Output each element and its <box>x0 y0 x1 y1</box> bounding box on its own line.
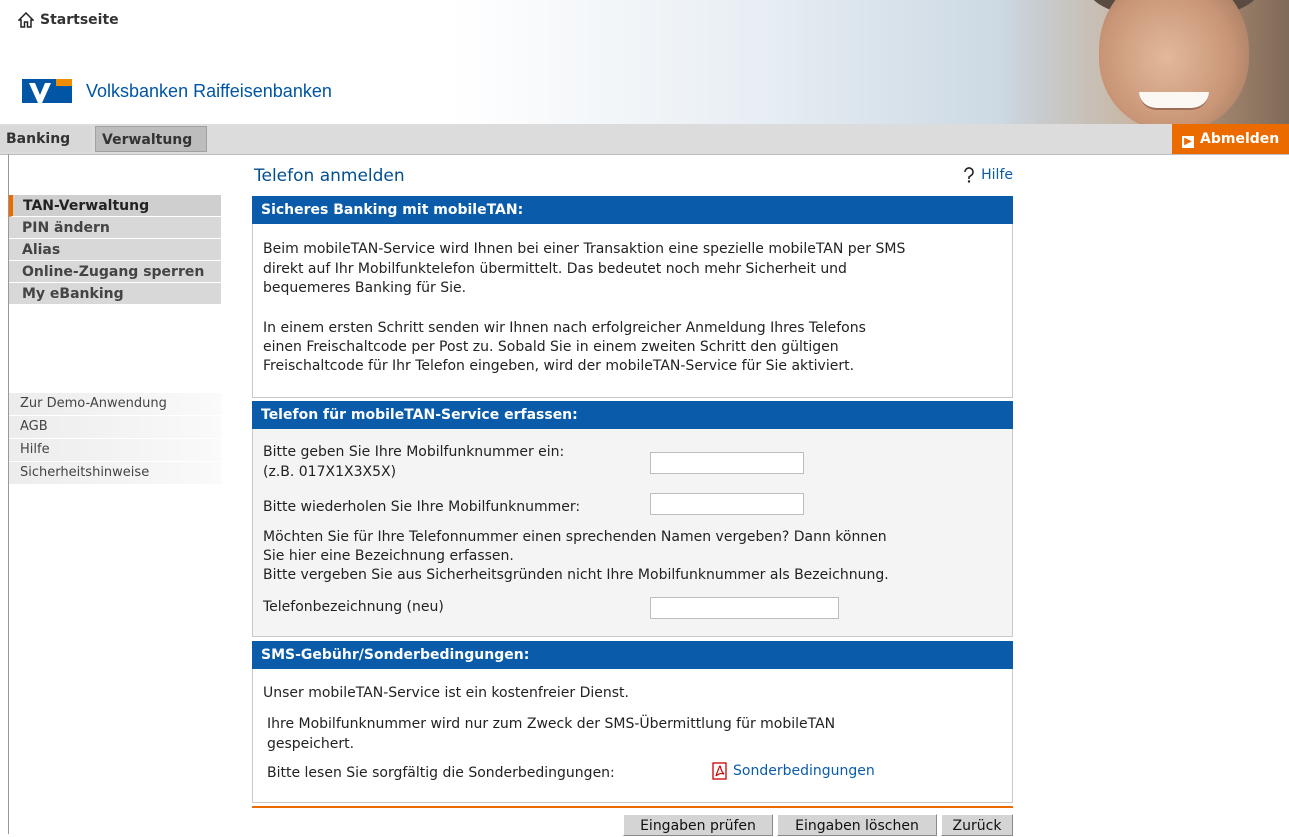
main-nav: Banking Verwaltung <box>0 124 1289 155</box>
section-heading-telefon-erfassen: Telefon für mobileTAN-Service erfassen: <box>252 401 1013 429</box>
vr-logo-icon <box>22 79 72 103</box>
name-hint-line-3: Bitte vergeben Sie aus Sicherheitsgründe… <box>263 567 889 583</box>
sidebar-link-hilfe[interactable]: Hilfe <box>9 439 221 462</box>
section-body-telefon-erfassen: Bitte geben Sie Ihre Mobilfunknummer ein… <box>252 429 1013 637</box>
steps-line-3: Freischaltcode für Ihr Telefon eingeben,… <box>263 358 855 374</box>
pdf-icon <box>712 762 727 780</box>
steps-line-2: einen Freischaltcode per Post zu. Sobald… <box>263 339 839 355</box>
intro-line-2: direkt auf Ihr Mobilfunktelefon übermitt… <box>263 261 847 277</box>
sidebar-item-online-zugang-sperren[interactable]: Online-Zugang sperren <box>9 261 221 283</box>
mobile-number-label: Bitte geben Sie Ihre Mobilfunknummer ein… <box>263 444 565 460</box>
sonderbedingungen-label: Sonderbedingungen <box>733 763 875 779</box>
logout-label: Abmelden <box>1200 131 1280 147</box>
intro-line-1: Beim mobileTAN-Service wird Ihnen bei ei… <box>263 241 906 257</box>
free-service-text: Unser mobileTAN-Service ist ein kostenfr… <box>263 685 629 701</box>
tab-verwaltung[interactable]: Verwaltung <box>95 126 207 152</box>
back-button[interactable]: Zurück <box>941 814 1013 836</box>
sidebar-links: Zur Demo-Anwendung AGB Hilfe Sicherheits… <box>9 393 221 485</box>
page-title: Telefon anmelden <box>254 166 405 186</box>
sidebar-menu: TAN-Verwaltung PIN ändern Alias Online-Z… <box>9 195 221 305</box>
section-body-mobiletan: Beim mobileTAN-Service wird Ihnen bei ei… <box>252 224 1013 398</box>
sidebar-link-agb[interactable]: AGB <box>9 416 221 439</box>
sidebar-item-alias[interactable]: Alias <box>9 239 221 261</box>
sonderbedingungen-link[interactable]: Sonderbedingungen <box>711 762 875 780</box>
mobile-number-input[interactable] <box>650 452 804 474</box>
logout-button[interactable]: ▶ Abmelden <box>1172 124 1289 154</box>
repeat-number-input[interactable] <box>650 493 804 515</box>
sidebar-link-demo[interactable]: Zur Demo-Anwendung <box>9 393 221 416</box>
repeat-number-label: Bitte wiederholen Sie Ihre Mobilfunknumm… <box>263 499 581 515</box>
home-label: Startseite <box>40 12 119 28</box>
home-link[interactable]: Startseite <box>18 12 119 28</box>
intro-line-3: bequemeres Banking für Sie. <box>263 280 467 296</box>
bottom-divider <box>252 806 1013 808</box>
section-body-sms-gebuehr: Unser mobileTAN-Service ist ein kostenfr… <box>252 669 1013 803</box>
brand: Volksbanken Raiffeisenbanken <box>22 79 332 103</box>
header-banner: Startseite Volksbanken Raiffeisenbanken <box>0 0 1289 124</box>
help-link[interactable]: Hilfe <box>962 167 1013 183</box>
clear-input-button[interactable]: Eingaben löschen <box>777 814 937 836</box>
arrow-right-icon: ▶ <box>1182 136 1194 148</box>
name-hint-line-1: Möchten Sie für Ihre Telefonnummer einen… <box>263 529 887 545</box>
section-heading-sms-gebuehr: SMS-Gebühr/Sonderbedingungen: <box>252 641 1013 669</box>
storage-line-2: gespeichert. <box>267 736 355 752</box>
home-icon <box>18 12 34 28</box>
name-hint-line-2: Sie hier eine Bezeichnung erfassen. <box>263 548 514 564</box>
phone-name-label: Telefonbezeichnung (neu) <box>263 599 444 615</box>
sidebar-item-tan-verwaltung[interactable]: TAN-Verwaltung <box>9 195 221 217</box>
help-icon <box>964 167 974 183</box>
help-label: Hilfe <box>981 167 1013 183</box>
storage-line-1: Ihre Mobilfunknummer wird nur zum Zweck … <box>267 716 836 732</box>
check-input-button[interactable]: Eingaben prüfen <box>623 814 773 836</box>
section-heading-mobiletan: Sicheres Banking mit mobileTAN: <box>252 196 1013 224</box>
sidebar-link-sicherheitshinweise[interactable]: Sicherheitshinweise <box>9 462 221 485</box>
read-conditions-text: Bitte lesen Sie sorgfältig die Sonderbed… <box>267 765 615 781</box>
sidebar-item-pin-aendern[interactable]: PIN ändern <box>9 217 221 239</box>
steps-line-1: In einem ersten Schritt senden wir Ihnen… <box>263 320 866 336</box>
tab-banking[interactable]: Banking <box>0 126 92 152</box>
mobile-number-example: (z.B. 017X1X3X5X) <box>263 464 397 480</box>
phone-name-input[interactable] <box>650 597 839 619</box>
header-portrait-image <box>999 0 1289 124</box>
sidebar-item-my-ebanking[interactable]: My eBanking <box>9 283 221 305</box>
brand-name: Volksbanken Raiffeisenbanken <box>86 80 332 101</box>
